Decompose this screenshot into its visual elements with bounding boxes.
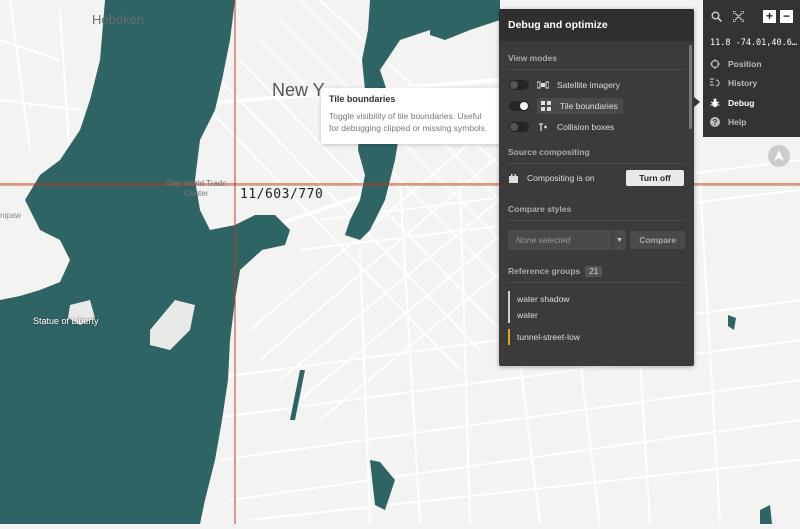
panel-scrollbar[interactable] [689, 45, 692, 129]
toggle-row-tile-boundaries[interactable]: Tile boundaries [499, 95, 694, 116]
compare-styles-heading: Compare styles [508, 204, 572, 214]
fullscreen-icon[interactable] [732, 10, 744, 22]
crosshair-icon [710, 58, 720, 69]
debug-panel: Debug and optimize View modes Satellite … [499, 9, 694, 366]
compare-button[interactable]: Compare [630, 231, 686, 249]
turn-off-compositing-button[interactable]: Turn off [626, 170, 684, 186]
navigation-arrow-icon [774, 150, 784, 161]
bug-icon [710, 98, 720, 108]
zoom-out-button[interactable]: − [780, 9, 793, 23]
nav-item-help[interactable]: ? Help [703, 113, 800, 133]
collision-boxes-toggle[interactable] [509, 121, 529, 132]
tile-id-label: 11/603/770 [240, 187, 324, 202]
nav-item-debug-label: Debug [728, 97, 755, 108]
view-modes-heading: View modes [508, 53, 557, 63]
map-label-statue-of-liberty: Statue of Liberty [33, 316, 99, 326]
reference-group-item[interactable]: water shadow [517, 291, 685, 307]
reference-group-item[interactable]: water [517, 307, 685, 323]
zoom-in-button[interactable]: + [763, 9, 776, 23]
search-icon[interactable] [710, 10, 722, 22]
nav-sidebar: + − 11.8 -74.01,40.6… Position History D… [703, 0, 800, 137]
toggle-row-satellite[interactable]: Satellite imagery [499, 74, 694, 95]
nav-item-history[interactable]: History [703, 74, 800, 94]
tooltip-body: Toggle visibility of tile boundaries. Us… [329, 111, 488, 133]
tile-grid-icon [540, 100, 552, 111]
satellite-label: Satellite imagery [557, 79, 620, 90]
tile-boundaries-toggle[interactable] [509, 100, 529, 111]
map-label-new-york: New Y [272, 80, 325, 100]
nav-item-history-label: History [728, 78, 758, 89]
panel-title: Debug and optimize [499, 9, 694, 41]
chevron-down-icon[interactable]: ▼ [611, 230, 627, 250]
layers-icon [509, 173, 518, 183]
compare-row: None selected ▼ Compare [499, 227, 694, 256]
toggle-row-collision-boxes[interactable]: Collision boxes [499, 116, 694, 137]
reference-group-item[interactable]: tunnel-street-low [517, 329, 685, 345]
tooltip-title: Tile boundaries [329, 94, 396, 104]
reference-groups-count-badge: 21 [585, 265, 603, 277]
source-compositing-heading: Source compositing [508, 147, 590, 157]
divider [508, 282, 685, 283]
help-icon: ? [710, 117, 720, 128]
reference-groups-title: Reference groups [508, 266, 581, 276]
compositing-row: Compositing is on Turn off [499, 164, 694, 192]
reference-group[interactable]: tunnel-street-low [508, 329, 685, 345]
compass-north-button[interactable] [768, 145, 790, 167]
nav-item-position[interactable]: Position [703, 54, 800, 74]
svg-text:?: ? [713, 118, 718, 127]
satellite-toggle[interactable] [509, 79, 529, 90]
satellite-icon [537, 80, 549, 90]
reference-group[interactable]: water shadow water [508, 291, 685, 323]
map-label-hoboken: Hoboken [92, 12, 145, 27]
nav-item-debug[interactable]: Debug [703, 93, 800, 113]
history-icon [710, 78, 720, 88]
reference-groups-heading: Reference groups 21 [499, 260, 694, 282]
compare-style-select[interactable]: None selected [508, 230, 612, 250]
tile-boundaries-tooltip: Tile boundaries Toggle visibility of til… [321, 88, 501, 144]
collision-icon [537, 122, 549, 132]
compositing-status: Compositing is on [527, 173, 595, 183]
map-label-wtc: One World Trade Center [166, 179, 227, 198]
coordinates-readout: 11.8 -74.01,40.6… [710, 38, 797, 48]
collision-boxes-label: Collision boxes [557, 121, 615, 132]
nav-toolbar: + − [703, 0, 800, 32]
tile-boundaries-highlight: Tile boundaries [537, 97, 623, 114]
tile-boundaries-label: Tile boundaries [560, 100, 618, 111]
nav-item-help-label: Help [728, 117, 747, 128]
map-label-nipaw: nipaw [0, 211, 21, 220]
panel-caret [694, 97, 700, 107]
nav-item-position-label: Position [728, 58, 762, 69]
